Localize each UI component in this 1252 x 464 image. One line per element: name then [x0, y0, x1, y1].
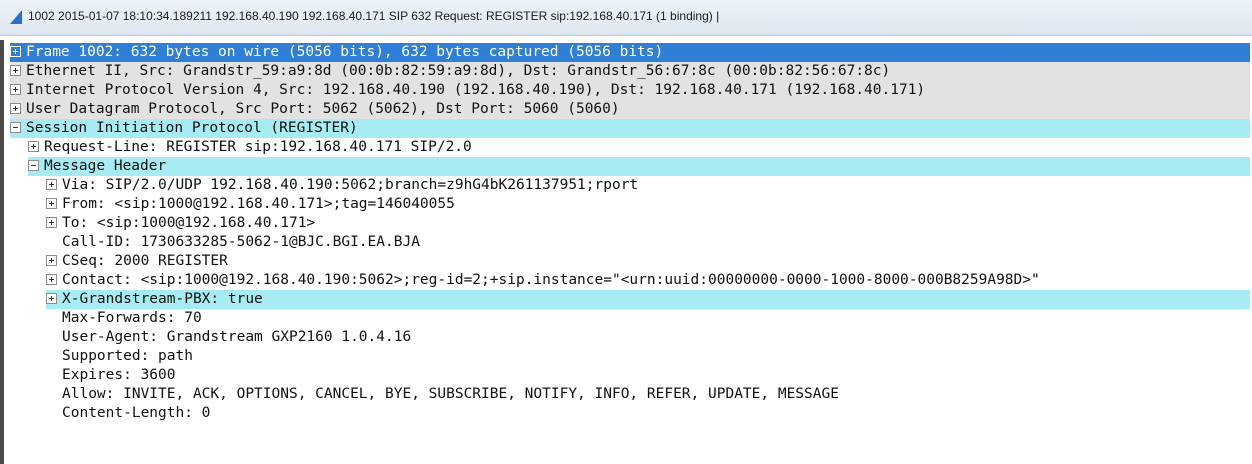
tree-row-ethernet[interactable]: Ethernet II, Src: Grandstr_59:a9:8d (00:… — [10, 62, 1250, 81]
shark-fin-icon — [10, 10, 22, 24]
tree-row-user-agent[interactable]: User-Agent: Grandstream GXP2160 1.0.4.16 — [46, 328, 411, 347]
expand-icon[interactable] — [10, 102, 21, 114]
packet-title-bar: 1002 2015-01-07 18:10:34.189211 192.168.… — [0, 0, 1252, 36]
tree-row-label: To: <sip:1000@192.168.40.171> — [62, 215, 316, 231]
tree-row-label: Frame 1002: 632 bytes on wire (5056 bits… — [26, 44, 664, 60]
tree-row-label: Ethernet II, Src: Grandstr_59:a9:8d (00:… — [26, 63, 891, 79]
expand-icon[interactable] — [10, 64, 21, 76]
tree-row-x-grandstream-pbx[interactable]: X-Grandstream-PBX: true — [46, 290, 1250, 309]
tree-row-label: X-Grandstream-PBX: true — [62, 291, 263, 307]
tree-row-label: Allow: INVITE, ACK, OPTIONS, CANCEL, BYE… — [62, 386, 839, 402]
tree-row-label: Message Header — [44, 158, 167, 174]
expand-icon[interactable] — [46, 178, 57, 190]
collapse-icon[interactable] — [28, 159, 39, 171]
expand-icon[interactable] — [46, 216, 57, 228]
tree-row-sip[interactable]: Session Initiation Protocol (REGISTER) — [10, 119, 1250, 138]
tree-row-max-forwards[interactable]: Max-Forwards: 70 — [46, 309, 202, 328]
tree-row-from[interactable]: From: <sip:1000@192.168.40.171>;tag=1460… — [46, 195, 455, 214]
tree-row-allow[interactable]: Allow: INVITE, ACK, OPTIONS, CANCEL, BYE… — [46, 385, 839, 404]
tree-row-label: Expires: 3600 — [62, 367, 176, 383]
expand-icon[interactable] — [10, 83, 21, 95]
expand-icon[interactable] — [46, 292, 57, 304]
tree-row-label: User-Agent: Grandstream GXP2160 1.0.4.16 — [62, 329, 412, 345]
tree-row-contact[interactable]: Contact: <sip:1000@192.168.40.190:5062>;… — [46, 271, 1040, 290]
tree-row-label: From: <sip:1000@192.168.40.171>;tag=1460… — [62, 196, 455, 212]
packet-details-tree[interactable]: Frame 1002: 632 bytes on wire (5056 bits… — [0, 40, 1252, 464]
tree-row-label: CSeq: 2000 REGISTER — [62, 253, 228, 269]
tree-row-frame[interactable]: Frame 1002: 632 bytes on wire (5056 bits… — [10, 43, 1250, 62]
tree-row-label: Supported: path — [62, 348, 193, 364]
tree-row-label: Via: SIP/2.0/UDP 192.168.40.190:5062;bra… — [62, 177, 639, 193]
expand-icon[interactable] — [46, 197, 57, 209]
tree-row-cseq[interactable]: CSeq: 2000 REGISTER — [46, 252, 228, 271]
tree-row-label: Call-ID: 1730633285-5062-1@BJC.BGI.EA.BJ… — [62, 234, 420, 250]
tree-row-label: Internet Protocol Version 4, Src: 192.16… — [26, 82, 926, 98]
tree-row-content-length[interactable]: Content-Length: 0 — [46, 404, 210, 423]
tree-row-call-id[interactable]: Call-ID: 1730633285-5062-1@BJC.BGI.EA.BJ… — [46, 233, 420, 252]
tree-row-label: Request-Line: REGISTER sip:192.168.40.17… — [44, 139, 472, 155]
tree-row-label: Max-Forwards: 70 — [62, 310, 202, 326]
tree-row-request-line[interactable]: Request-Line: REGISTER sip:192.168.40.17… — [28, 138, 472, 157]
tree-row-label: User Datagram Protocol, Src Port: 5062 (… — [26, 101, 620, 117]
expand-icon[interactable] — [46, 273, 57, 285]
expand-icon[interactable] — [46, 254, 57, 266]
collapse-icon[interactable] — [10, 121, 21, 133]
tree-row-message-header[interactable]: Message Header — [28, 157, 1250, 176]
tree-row-label: Content-Length: 0 — [62, 405, 211, 421]
tree-row-expires[interactable]: Expires: 3600 — [46, 366, 176, 385]
tree-row-supported[interactable]: Supported: path — [46, 347, 193, 366]
tree-row-via[interactable]: Via: SIP/2.0/UDP 192.168.40.190:5062;bra… — [46, 176, 638, 195]
tree-row-ipv4[interactable]: Internet Protocol Version 4, Src: 192.16… — [10, 81, 1250, 100]
expand-icon[interactable] — [28, 140, 39, 152]
tree-row-label: Contact: <sip:1000@192.168.40.190:5062>;… — [62, 272, 1040, 288]
tree-row-to[interactable]: To: <sip:1000@192.168.40.171> — [46, 214, 315, 233]
expand-icon[interactable] — [10, 45, 21, 57]
tree-row-label: Session Initiation Protocol (REGISTER) — [26, 120, 358, 136]
packet-summary-text: 1002 2015-01-07 18:10:34.189211 192.168.… — [28, 9, 720, 23]
tree-row-udp[interactable]: User Datagram Protocol, Src Port: 5062 (… — [10, 100, 1250, 119]
